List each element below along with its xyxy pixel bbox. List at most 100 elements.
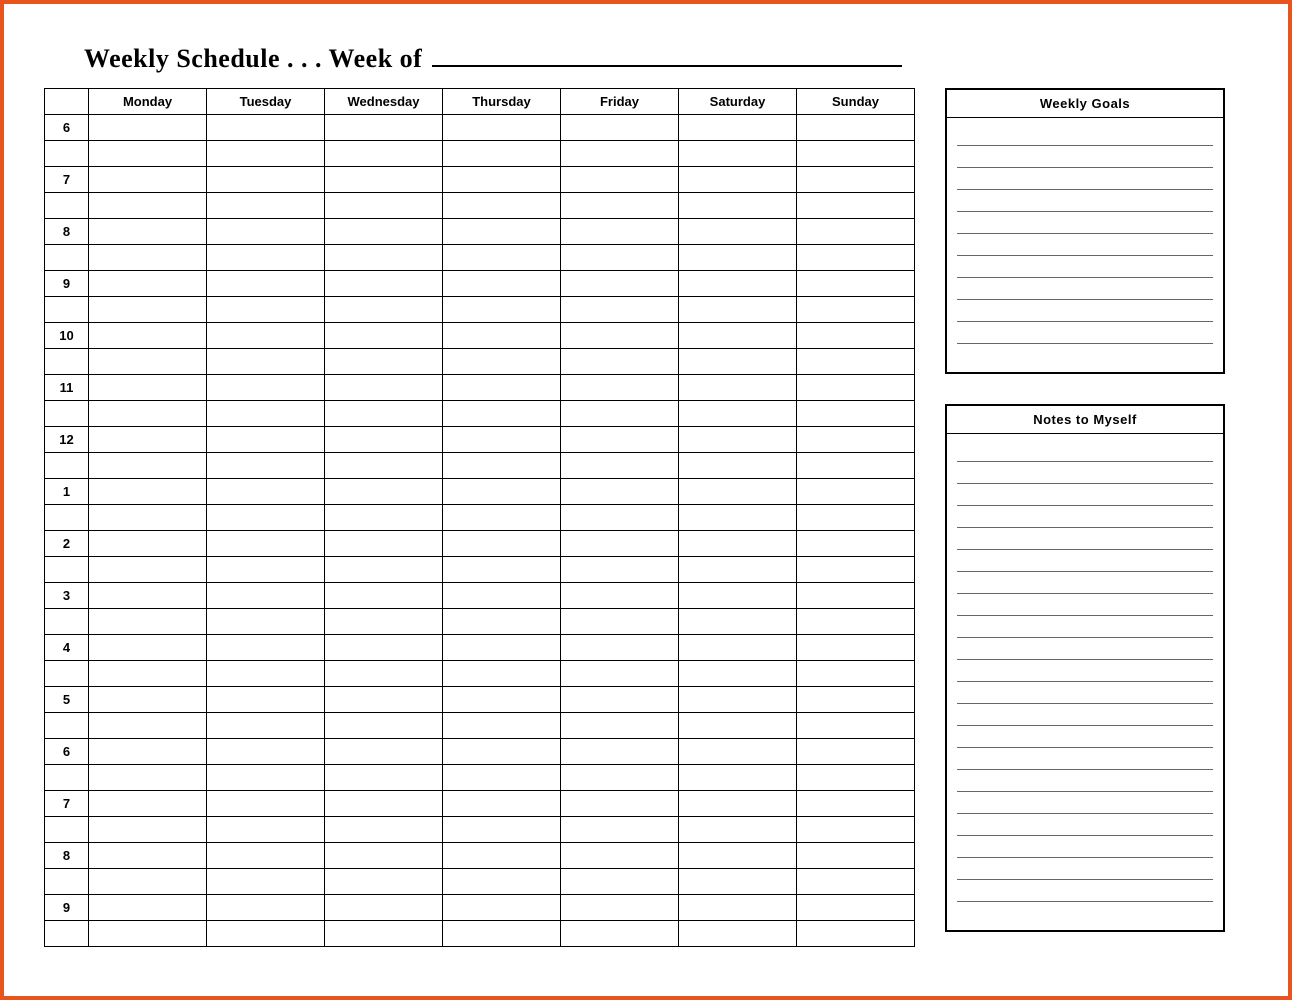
writing-line[interactable] xyxy=(957,278,1213,300)
schedule-cell[interactable] xyxy=(207,401,325,427)
schedule-cell[interactable] xyxy=(797,479,915,505)
schedule-cell[interactable] xyxy=(207,453,325,479)
schedule-cell[interactable] xyxy=(797,375,915,401)
schedule-cell[interactable] xyxy=(797,193,915,219)
schedule-cell[interactable] xyxy=(561,505,679,531)
schedule-cell[interactable] xyxy=(443,115,561,141)
schedule-cell[interactable] xyxy=(561,479,679,505)
schedule-cell[interactable] xyxy=(89,687,207,713)
writing-line[interactable] xyxy=(957,594,1213,616)
writing-line[interactable] xyxy=(957,300,1213,322)
schedule-cell[interactable] xyxy=(325,895,443,921)
schedule-cell[interactable] xyxy=(797,609,915,635)
schedule-cell[interactable] xyxy=(679,375,797,401)
schedule-cell[interactable] xyxy=(443,349,561,375)
schedule-cell[interactable] xyxy=(89,219,207,245)
writing-line[interactable] xyxy=(957,748,1213,770)
schedule-cell[interactable] xyxy=(561,245,679,271)
schedule-cell[interactable] xyxy=(443,817,561,843)
schedule-cell[interactable] xyxy=(561,219,679,245)
schedule-cell[interactable] xyxy=(89,427,207,453)
writing-line[interactable] xyxy=(957,836,1213,858)
schedule-cell[interactable] xyxy=(325,115,443,141)
schedule-cell[interactable] xyxy=(679,635,797,661)
schedule-cell[interactable] xyxy=(207,427,325,453)
schedule-cell[interactable] xyxy=(679,843,797,869)
schedule-cell[interactable] xyxy=(89,583,207,609)
writing-line[interactable] xyxy=(957,440,1213,462)
schedule-cell[interactable] xyxy=(89,375,207,401)
schedule-cell[interactable] xyxy=(797,531,915,557)
schedule-cell[interactable] xyxy=(89,869,207,895)
schedule-cell[interactable] xyxy=(207,713,325,739)
schedule-cell[interactable] xyxy=(797,401,915,427)
schedule-cell[interactable] xyxy=(325,687,443,713)
schedule-cell[interactable] xyxy=(679,245,797,271)
schedule-cell[interactable] xyxy=(207,739,325,765)
schedule-cell[interactable] xyxy=(443,687,561,713)
writing-line[interactable] xyxy=(957,256,1213,278)
schedule-cell[interactable] xyxy=(797,271,915,297)
schedule-cell[interactable] xyxy=(207,661,325,687)
writing-line[interactable] xyxy=(957,726,1213,748)
schedule-cell[interactable] xyxy=(679,141,797,167)
schedule-cell[interactable] xyxy=(797,843,915,869)
schedule-cell[interactable] xyxy=(797,765,915,791)
schedule-cell[interactable] xyxy=(797,427,915,453)
schedule-cell[interactable] xyxy=(679,427,797,453)
writing-line[interactable] xyxy=(957,770,1213,792)
schedule-cell[interactable] xyxy=(207,843,325,869)
writing-line[interactable] xyxy=(957,550,1213,572)
writing-line[interactable] xyxy=(957,660,1213,682)
schedule-cell[interactable] xyxy=(561,817,679,843)
schedule-cell[interactable] xyxy=(797,115,915,141)
schedule-cell[interactable] xyxy=(207,791,325,817)
schedule-cell[interactable] xyxy=(325,531,443,557)
schedule-cell[interactable] xyxy=(443,167,561,193)
schedule-cell[interactable] xyxy=(679,817,797,843)
schedule-cell[interactable] xyxy=(325,427,443,453)
schedule-cell[interactable] xyxy=(679,323,797,349)
schedule-cell[interactable] xyxy=(443,791,561,817)
writing-line[interactable] xyxy=(957,682,1213,704)
schedule-cell[interactable] xyxy=(561,453,679,479)
schedule-cell[interactable] xyxy=(679,869,797,895)
schedule-cell[interactable] xyxy=(679,219,797,245)
schedule-cell[interactable] xyxy=(561,427,679,453)
schedule-cell[interactable] xyxy=(443,141,561,167)
schedule-cell[interactable] xyxy=(797,297,915,323)
schedule-cell[interactable] xyxy=(797,869,915,895)
schedule-cell[interactable] xyxy=(325,791,443,817)
schedule-cell[interactable] xyxy=(89,739,207,765)
schedule-cell[interactable] xyxy=(89,635,207,661)
schedule-cell[interactable] xyxy=(325,583,443,609)
schedule-cell[interactable] xyxy=(679,739,797,765)
schedule-cell[interactable] xyxy=(89,895,207,921)
schedule-cell[interactable] xyxy=(89,765,207,791)
writing-line[interactable] xyxy=(957,792,1213,814)
schedule-cell[interactable] xyxy=(797,739,915,765)
writing-line[interactable] xyxy=(957,462,1213,484)
schedule-cell[interactable] xyxy=(207,635,325,661)
schedule-cell[interactable] xyxy=(207,895,325,921)
schedule-cell[interactable] xyxy=(325,271,443,297)
writing-line[interactable] xyxy=(957,168,1213,190)
schedule-cell[interactable] xyxy=(561,739,679,765)
schedule-cell[interactable] xyxy=(561,323,679,349)
schedule-cell[interactable] xyxy=(89,843,207,869)
schedule-cell[interactable] xyxy=(443,557,561,583)
schedule-cell[interactable] xyxy=(207,479,325,505)
schedule-cell[interactable] xyxy=(325,401,443,427)
schedule-cell[interactable] xyxy=(325,765,443,791)
schedule-cell[interactable] xyxy=(443,583,561,609)
schedule-cell[interactable] xyxy=(207,921,325,947)
schedule-cell[interactable] xyxy=(325,739,443,765)
schedule-cell[interactable] xyxy=(89,349,207,375)
schedule-cell[interactable] xyxy=(325,479,443,505)
schedule-cell[interactable] xyxy=(443,375,561,401)
schedule-cell[interactable] xyxy=(89,193,207,219)
schedule-cell[interactable] xyxy=(679,531,797,557)
schedule-cell[interactable] xyxy=(207,219,325,245)
schedule-cell[interactable] xyxy=(797,167,915,193)
writing-line[interactable] xyxy=(957,124,1213,146)
